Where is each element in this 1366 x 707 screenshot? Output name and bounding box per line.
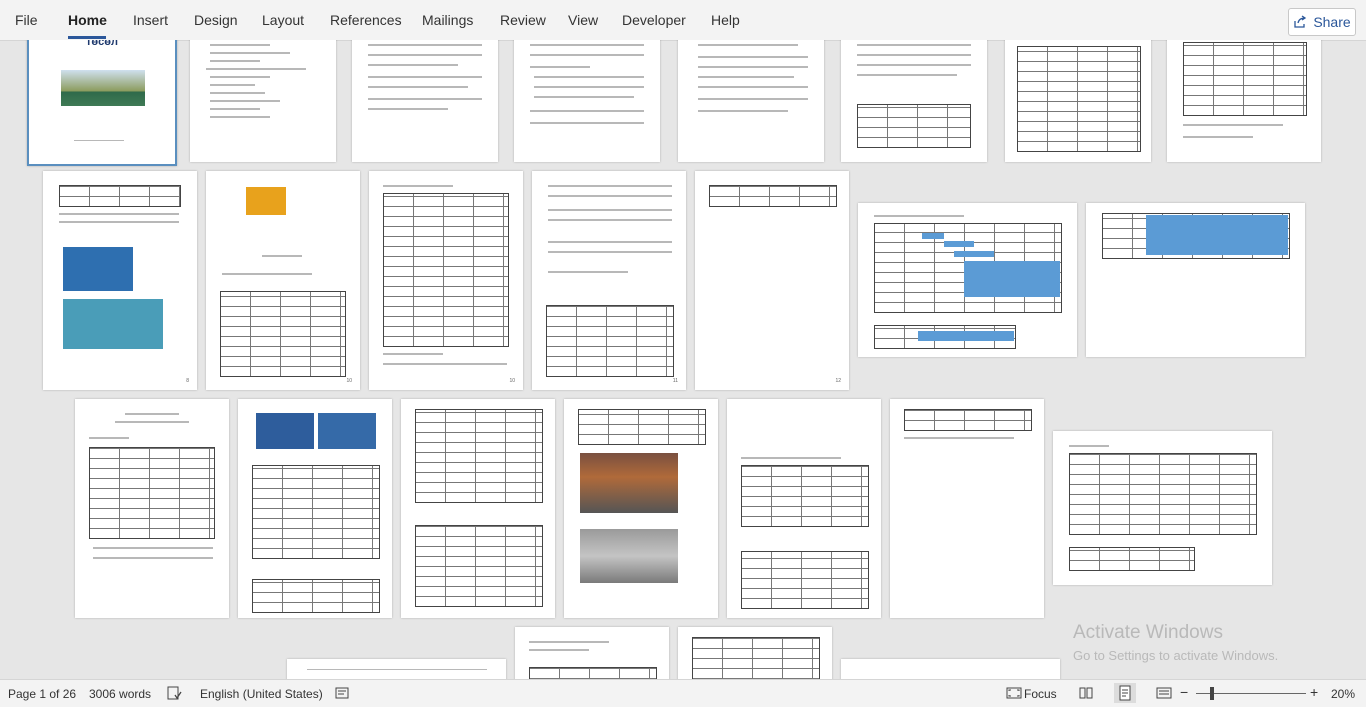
document-page[interactable] <box>890 399 1044 618</box>
data-table <box>383 193 509 347</box>
language-status[interactable]: English (United States) <box>200 687 323 701</box>
zoom-out-button[interactable]: − <box>1180 684 1188 700</box>
document-page[interactable] <box>190 40 336 162</box>
document-page[interactable] <box>515 627 669 679</box>
active-tab-indicator <box>68 36 106 39</box>
power-tools-photo <box>63 299 163 349</box>
document-page[interactable] <box>841 659 1060 679</box>
document-page[interactable] <box>401 399 555 618</box>
print-layout-icon <box>1119 685 1131 701</box>
word-count[interactable]: 3006 words <box>89 687 151 701</box>
focus-icon[interactable] <box>1006 685 1022 704</box>
data-table <box>529 667 657 679</box>
zoom-in-button[interactable]: + <box>1310 684 1318 700</box>
data-table <box>709 185 837 207</box>
tab-insert[interactable]: Insert <box>133 12 168 28</box>
document-page[interactable] <box>1005 40 1151 162</box>
tab-references[interactable]: References <box>330 12 402 28</box>
panel-photo <box>318 413 376 449</box>
document-canvas[interactable]: төсөл 8 10 10 11 12 <box>0 40 1366 679</box>
data-table <box>252 465 380 559</box>
zoom-slider-thumb[interactable] <box>1210 687 1214 700</box>
print-layout-view-button[interactable] <box>1114 683 1136 703</box>
cover-title: төсөл <box>86 40 118 48</box>
data-table <box>1069 547 1195 571</box>
document-page[interactable]: 10 <box>206 171 360 390</box>
document-page[interactable]: 10 <box>369 171 523 390</box>
document-page[interactable] <box>238 399 392 618</box>
data-table <box>252 579 380 613</box>
tab-view[interactable]: View <box>568 12 598 28</box>
activate-title: Activate Windows <box>1073 622 1223 643</box>
proofing-icon[interactable] <box>166 685 182 704</box>
status-bar: Page 1 of 26 3006 words English (United … <box>0 679 1366 707</box>
document-page[interactable] <box>1167 40 1321 162</box>
tab-layout[interactable]: Layout <box>262 12 304 28</box>
accessibility-icon[interactable] <box>334 685 350 704</box>
steel-pipes-photo <box>580 453 678 513</box>
document-page[interactable] <box>564 399 718 618</box>
activate-subtitle: Go to Settings to activate Windows. <box>1073 648 1279 663</box>
document-page[interactable] <box>287 659 506 679</box>
data-table <box>1017 46 1141 152</box>
document-page[interactable] <box>1086 203 1305 357</box>
data-table <box>741 465 869 527</box>
document-page[interactable] <box>75 399 229 618</box>
data-table <box>857 104 971 148</box>
data-table <box>1069 453 1257 535</box>
activate-windows-watermark: Activate Windows Go to Settings to activ… <box>1073 622 1278 663</box>
data-table <box>692 637 820 679</box>
document-page[interactable]: төсөл <box>27 40 177 166</box>
document-page[interactable] <box>678 40 824 162</box>
ribbon-tabs-bar: File Home Insert Design Layout Reference… <box>0 0 1366 41</box>
tab-design[interactable]: Design <box>194 12 238 28</box>
data-table <box>220 291 346 377</box>
document-page[interactable]: 11 <box>532 171 686 390</box>
data-table <box>59 185 181 207</box>
saw-photo <box>246 187 286 215</box>
data-table <box>546 305 674 377</box>
document-page[interactable] <box>1053 431 1272 585</box>
data-table <box>741 551 869 609</box>
data-table <box>578 409 706 445</box>
focus-button[interactable]: Focus <box>1024 687 1057 701</box>
share-label: Share <box>1313 14 1351 30</box>
tab-mailings[interactable]: Mailings <box>422 12 473 28</box>
document-page[interactable] <box>841 40 987 162</box>
web-layout-icon[interactable] <box>1156 685 1172 704</box>
share-button[interactable]: Share <box>1288 8 1356 36</box>
fence-photo <box>61 70 145 106</box>
share-icon <box>1294 15 1307 28</box>
tab-file[interactable]: File <box>15 12 38 28</box>
data-table <box>89 447 215 539</box>
data-table <box>1183 42 1307 116</box>
document-page[interactable] <box>352 40 498 162</box>
document-page[interactable] <box>858 203 1077 357</box>
zoom-level[interactable]: 20% <box>1331 687 1355 701</box>
page-count[interactable]: Page 1 of 26 <box>8 687 76 701</box>
panel-photo <box>256 413 314 449</box>
tab-help[interactable]: Help <box>711 12 740 28</box>
document-page[interactable]: 8 <box>43 171 197 390</box>
read-mode-icon[interactable] <box>1078 685 1094 704</box>
metal-sheets-photo <box>580 529 678 583</box>
document-page[interactable]: 12 <box>695 171 849 390</box>
data-table <box>415 409 543 503</box>
data-table <box>415 525 543 607</box>
tab-home[interactable]: Home <box>68 12 107 28</box>
document-page[interactable] <box>514 40 660 162</box>
tab-review[interactable]: Review <box>500 12 546 28</box>
document-page[interactable] <box>727 399 881 618</box>
data-table <box>904 409 1032 431</box>
document-page[interactable] <box>678 627 832 679</box>
tab-developer[interactable]: Developer <box>622 12 686 28</box>
welding-machine-photo <box>63 247 133 291</box>
